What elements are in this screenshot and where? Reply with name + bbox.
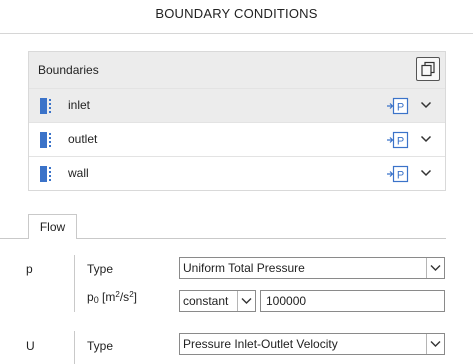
- patch-icon: [40, 132, 51, 148]
- boundary-row-inlet[interactable]: inlet P: [29, 88, 445, 122]
- type-label: Type: [87, 339, 114, 353]
- boundary-row-outlet[interactable]: outlet P: [29, 122, 445, 156]
- p0-label: p0 [m2/s2]: [87, 290, 137, 305]
- patch-type-icon[interactable]: P: [387, 165, 409, 183]
- title-divider: [0, 33, 473, 34]
- tab-flow[interactable]: Flow: [28, 214, 77, 239]
- p-type-select-value: Uniform Total Pressure: [183, 261, 305, 275]
- p0-unit-close: ]: [133, 290, 137, 304]
- p0-value-input[interactable]: 100000: [260, 290, 445, 312]
- U-type-select[interactable]: Pressure Inlet-Outlet Velocity: [179, 333, 445, 355]
- p0-unit-mid: /s: [119, 290, 130, 304]
- field-group-bar-U: [74, 331, 75, 364]
- p0-unit-open: [m: [102, 290, 116, 304]
- copy-button[interactable]: [416, 57, 440, 81]
- dropdown-arrow[interactable]: [426, 334, 444, 354]
- patch-icon: [40, 98, 51, 114]
- boundary-name: wall: [68, 166, 89, 180]
- field-label-p: p: [26, 262, 33, 276]
- U-type-select-value: Pressure Inlet-Outlet Velocity: [183, 337, 338, 351]
- dropdown-arrow[interactable]: [426, 258, 444, 278]
- boundary-row-wall[interactable]: wall P: [29, 156, 445, 190]
- chevron-down-icon[interactable]: [420, 168, 432, 178]
- p-type-select[interactable]: Uniform Total Pressure: [179, 257, 445, 279]
- boundaries-panel: Boundaries inlet P outlet P wall P: [28, 51, 446, 191]
- p0-mode-value: constant: [183, 294, 229, 308]
- chevron-down-icon: [430, 341, 441, 347]
- patch-type-icon[interactable]: P: [387, 131, 409, 149]
- dropdown-arrow[interactable]: [237, 291, 255, 311]
- field-group-bar-p: [74, 255, 75, 312]
- patch-type-badge: P: [397, 102, 404, 114]
- chevron-down-icon[interactable]: [420, 134, 432, 144]
- boundaries-header: Boundaries: [29, 52, 445, 88]
- panel-title: BOUNDARY CONDITIONS: [155, 6, 318, 21]
- patch-type-badge: P: [397, 170, 404, 182]
- chevron-down-icon: [430, 265, 441, 271]
- p0-value-text: 100000: [266, 294, 307, 308]
- tab-active-gap: [29, 238, 76, 239]
- patch-type-icon[interactable]: P: [387, 97, 409, 115]
- type-label: Type: [87, 262, 114, 276]
- copy-icon: [421, 61, 435, 77]
- boundary-name: inlet: [68, 98, 91, 112]
- boundaries-header-label: Boundaries: [38, 63, 99, 77]
- p0-subscript: 0: [93, 295, 99, 305]
- p0-mode-select[interactable]: constant: [179, 290, 256, 312]
- chevron-down-icon: [241, 298, 252, 304]
- boundary-name: outlet: [68, 132, 98, 146]
- patch-icon: [40, 166, 51, 182]
- p0-symbol: p: [87, 290, 94, 304]
- chevron-down-icon[interactable]: [420, 100, 432, 110]
- patch-type-badge: P: [397, 136, 404, 148]
- field-label-U: U: [26, 339, 35, 353]
